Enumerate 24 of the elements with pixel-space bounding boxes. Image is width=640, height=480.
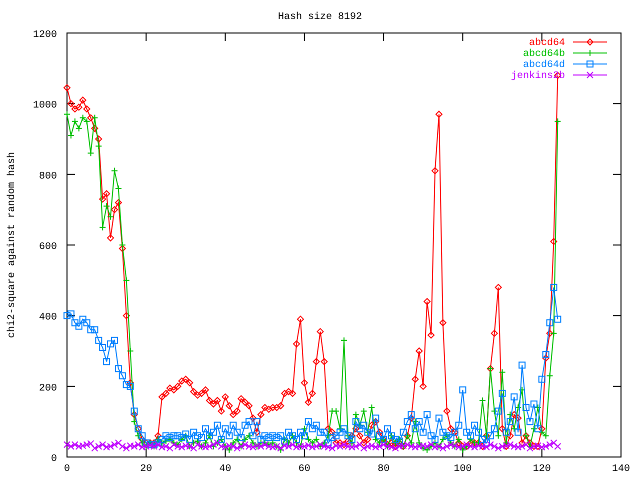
tick-label: 140 [612,464,630,475]
tick-label: 120 [532,464,551,475]
tick-label: 80 [378,464,390,475]
axis-title: chi2-square against random hash [7,152,18,338]
legend-label: abcd64d [522,60,565,71]
tick-label: 1200 [32,30,57,41]
tick-label: 40 [219,464,232,475]
tick-label: 0 [64,464,70,475]
legend-line-icon [572,50,608,56]
tick-label: 0 [50,454,57,465]
tick-label: 60 [298,464,310,475]
chart-title: Hash size 8192 [278,12,362,23]
tick-label: 800 [38,171,57,182]
tick-label: 400 [38,312,57,324]
legend-line-icon [572,72,608,78]
tick-label: 200 [38,383,57,394]
tick-label: 1000 [32,100,57,112]
legend-line-icon [572,60,608,68]
legend-line-icon [572,38,608,46]
tick-label: 600 [38,242,57,253]
legend-label: abcd64 [528,38,565,49]
legend-label: abcd64b [522,49,565,60]
tick-label: 100 [454,464,472,475]
tick-label: 20 [140,464,152,475]
